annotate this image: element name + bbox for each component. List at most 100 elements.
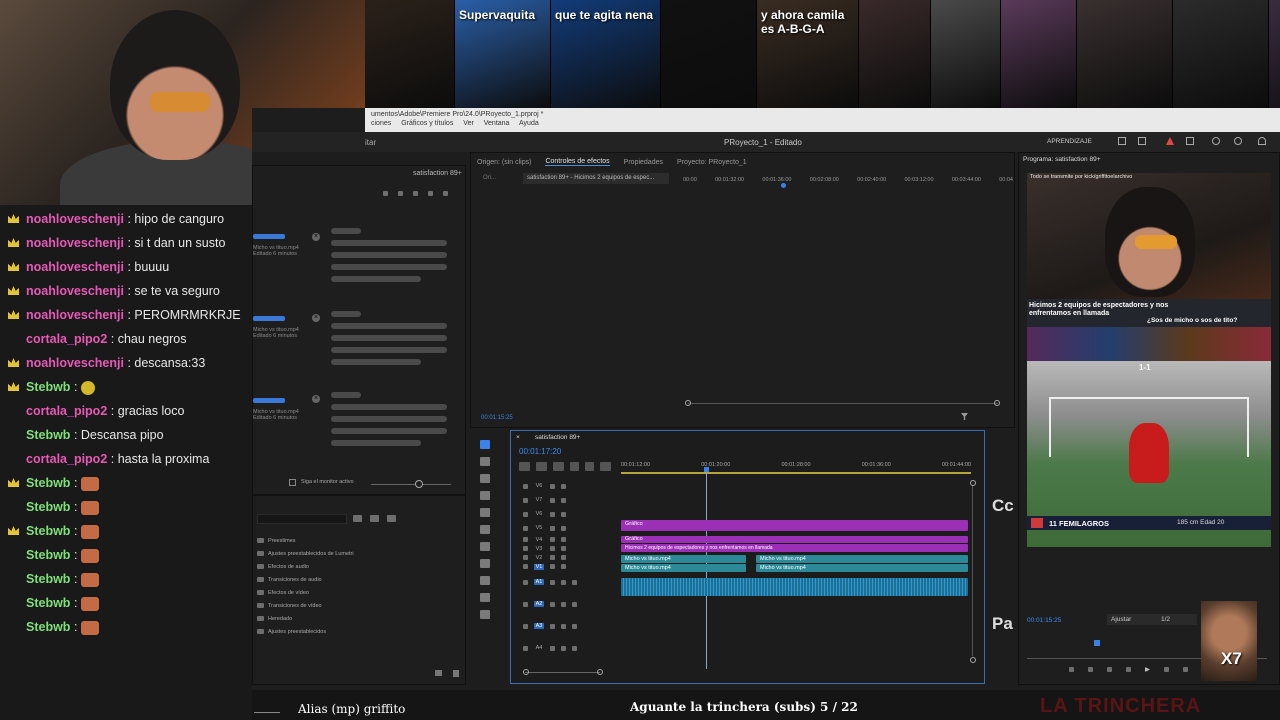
eye-icon[interactable] (561, 555, 566, 560)
track-label[interactable]: V7 (534, 497, 544, 503)
video-clip-v2[interactable]: Micho vs tituo.mp4 (756, 555, 968, 563)
yuv-icon[interactable] (387, 515, 396, 522)
mute-icon[interactable] (550, 601, 555, 607)
effects-timecode[interactable]: 00:01:15:25 (481, 415, 513, 421)
search-icon[interactable] (1234, 137, 1242, 145)
chat-username[interactable]: noahloveschenji (26, 308, 124, 322)
lock-icon[interactable] (523, 483, 528, 489)
scroll-handle-left[interactable] (685, 400, 691, 406)
chat-username[interactable]: Stebwb (26, 572, 70, 586)
timeline-close-icon[interactable]: × (516, 434, 520, 441)
close-icon[interactable]: × (312, 233, 320, 241)
lock-icon[interactable] (523, 601, 528, 607)
workspace-learning-tab[interactable]: APRENDIZAJE (1047, 138, 1092, 145)
share-icon[interactable] (1186, 137, 1194, 145)
chat-username[interactable]: Stebwb (26, 596, 70, 610)
type-tool-icon[interactable] (480, 593, 490, 602)
linked-icon[interactable] (553, 462, 564, 471)
rectangle-tool-icon[interactable] (480, 542, 490, 551)
microphone-icon[interactable] (572, 579, 577, 585)
video-clip-v2[interactable]: Micho vs tituo.mp4 (621, 555, 746, 563)
slip-tool-icon[interactable] (480, 508, 490, 517)
lock-icon[interactable] (523, 525, 528, 531)
track-header[interactable]: V4 (523, 535, 577, 544)
timeline-timecode[interactable]: 00:01:17:20 (519, 447, 561, 456)
track-header[interactable]: V1 (523, 562, 577, 571)
chat-username[interactable]: Stebwb (26, 380, 70, 394)
history-item[interactable]: Micho vs tituo.mp4 Editado 6 minutos (253, 234, 299, 257)
history-tool-icon[interactable] (383, 191, 388, 196)
track-label[interactable]: V1 (534, 563, 544, 570)
eye-icon[interactable] (561, 511, 566, 517)
hand-tool-icon[interactable] (480, 576, 490, 585)
track-label[interactable]: V4 (534, 537, 544, 543)
effects-search-input[interactable] (257, 514, 347, 524)
sync-lock-icon[interactable] (550, 537, 555, 542)
pen-tool-icon[interactable] (480, 525, 490, 534)
effects-folder[interactable]: Ajustes preestablecidos (257, 625, 354, 638)
track-header[interactable]: V6 (523, 507, 577, 521)
zoom-slider-handle[interactable] (415, 480, 423, 488)
microphone-icon[interactable] (572, 645, 577, 651)
timeline-sequence-tab[interactable]: satisfaction 89+ (535, 434, 580, 441)
effects-folder[interactable]: Transiciones de vídeo (257, 599, 354, 612)
zoom-slider-track[interactable] (371, 484, 451, 485)
solo-icon[interactable] (561, 579, 566, 585)
title-clip[interactable]: Hicimos 2 equipos de espectadores y nos … (621, 544, 968, 552)
program-playhead[interactable] (1094, 640, 1100, 646)
track-label[interactable]: A1 (534, 579, 544, 585)
track-header[interactable]: A2 (523, 593, 577, 615)
lock-icon[interactable] (523, 623, 528, 629)
chat-username[interactable]: noahloveschenji (26, 260, 124, 274)
menu-item-ventana[interactable]: Ventana (484, 120, 510, 127)
more-icon[interactable] (443, 191, 448, 196)
track-label[interactable]: V5 (534, 525, 544, 531)
captions-icon[interactable] (600, 462, 611, 471)
sync-lock-icon[interactable] (550, 564, 555, 569)
solo-icon[interactable] (561, 623, 566, 629)
menu-item-graficos[interactable]: Gráficos y títulos (401, 120, 453, 127)
chat-username[interactable]: Stebwb (26, 620, 70, 634)
mute-icon[interactable] (550, 645, 555, 651)
microphone-icon[interactable] (572, 601, 577, 607)
history-item[interactable]: Micho vs tituo.mp4 Editado 6 minutos (253, 398, 299, 421)
lock-icon[interactable] (523, 537, 528, 542)
effects-folder[interactable]: Efectos de vídeo (257, 586, 354, 599)
caption-tool-icon[interactable] (480, 610, 490, 619)
32bit-icon[interactable] (370, 515, 379, 522)
play-icon[interactable] (1145, 667, 1150, 672)
menu-item-ciones[interactable]: ciones (371, 120, 391, 127)
selection-tool-icon[interactable] (480, 440, 490, 449)
vertical-scrollbar[interactable] (972, 486, 973, 656)
audio-icon[interactable] (1258, 137, 1266, 145)
v-scroll-top[interactable] (970, 480, 976, 486)
tab-properties[interactable]: Propiedades (624, 159, 663, 166)
effects-playhead[interactable] (781, 183, 786, 188)
sequence-clip-selector[interactable]: satisfaction 89+ - Hicimos 2 equipos de … (523, 173, 669, 184)
history-tool-icon[interactable] (428, 191, 433, 196)
track-header[interactable]: V2 (523, 553, 577, 562)
effects-folder[interactable]: Heredado (257, 612, 354, 625)
sync-lock-icon[interactable] (550, 555, 555, 560)
step-back-icon[interactable] (1126, 667, 1131, 672)
go-to-out-icon[interactable] (1183, 667, 1188, 672)
chat-username[interactable]: cortala_pipo2 (26, 452, 107, 466)
audio-clip-a1[interactable] (621, 578, 968, 596)
accelerated-icon[interactable] (353, 515, 362, 522)
wrench-icon[interactable] (585, 462, 594, 471)
history-item[interactable]: Micho vs tituo.mp4 Editado 6 minutos (253, 316, 299, 339)
new-bin-icon[interactable] (435, 670, 442, 676)
chat-username[interactable]: noahloveschenji (26, 212, 124, 226)
video-clip-v1[interactable]: Micho vs tituo.mp4 (621, 564, 746, 572)
close-icon[interactable]: × (312, 314, 320, 322)
track-header[interactable]: A3 (523, 615, 577, 637)
sync-lock-icon[interactable] (550, 497, 555, 503)
zoom-handle-left[interactable] (523, 669, 529, 675)
go-to-in-icon[interactable] (1107, 667, 1112, 672)
track-select-tool-icon[interactable] (480, 457, 490, 466)
alert-icon[interactable] (1166, 137, 1174, 145)
sync-lock-icon[interactable] (550, 511, 555, 517)
chat-username[interactable]: noahloveschenji (26, 236, 124, 250)
chat-username[interactable]: Stebwb (26, 500, 70, 514)
quick-export-icon[interactable] (1212, 137, 1220, 145)
